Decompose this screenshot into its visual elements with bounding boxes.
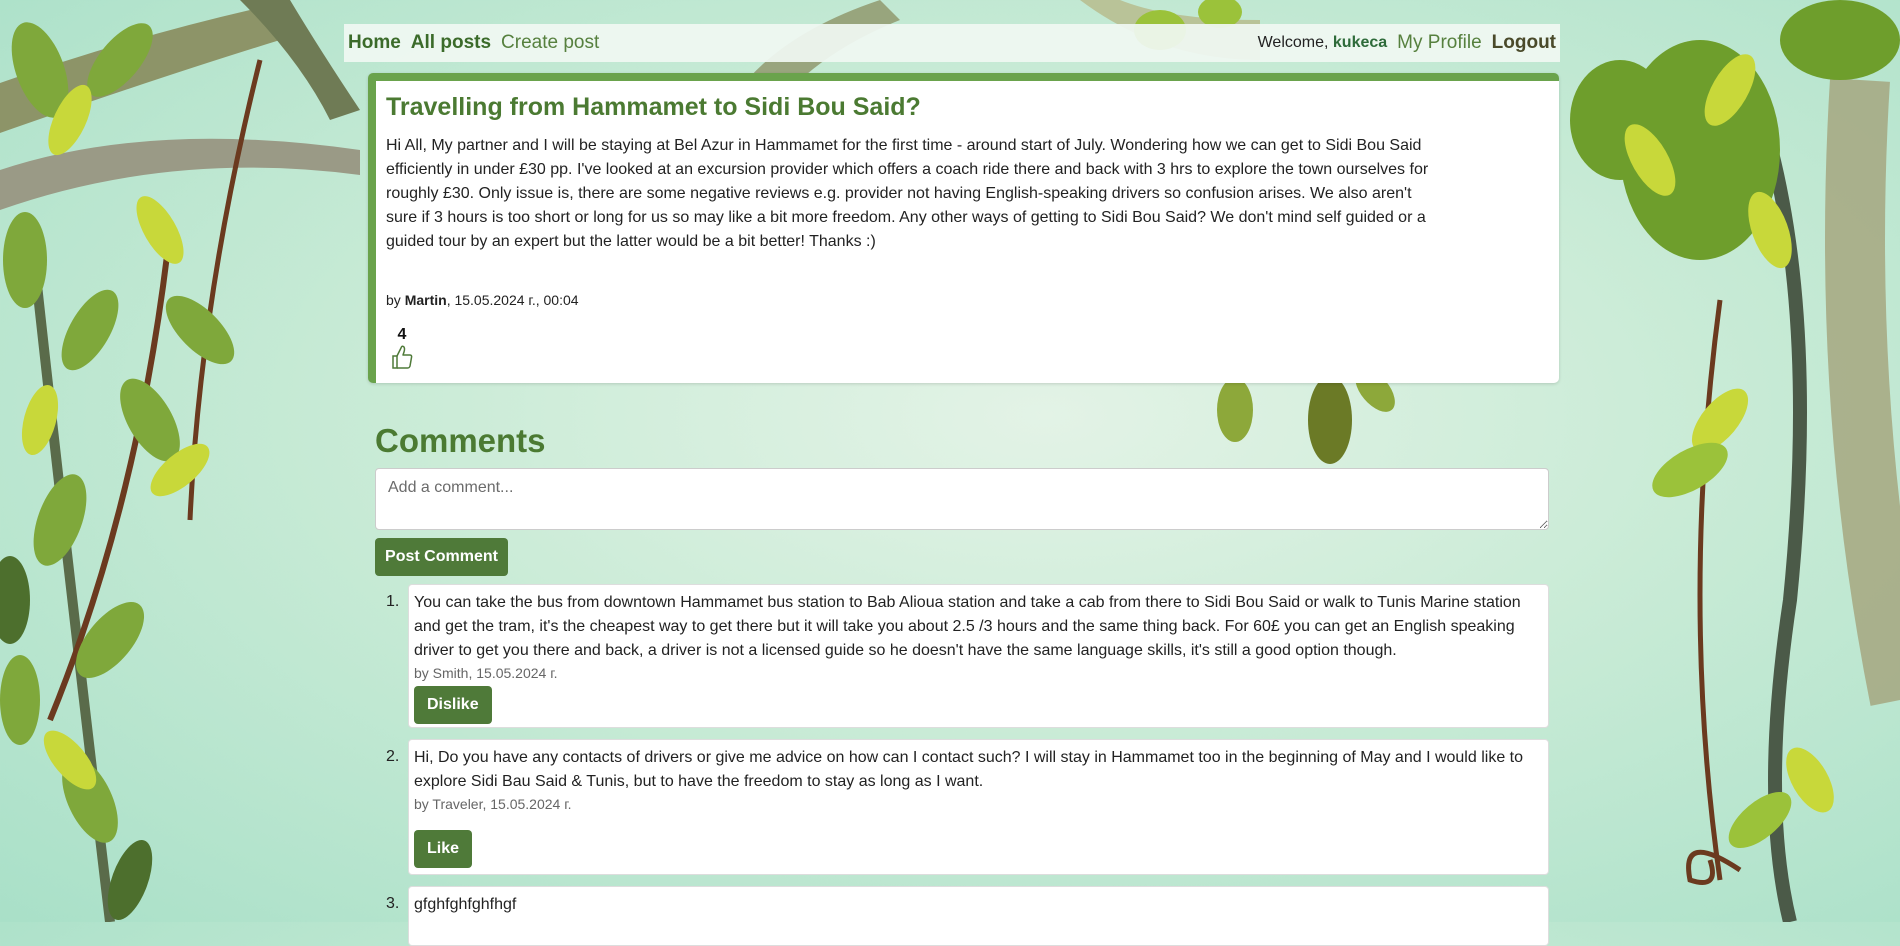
welcome-text: Welcome, kukeca [1258,34,1388,52]
top-navbar: Home All posts Create post Welcome, kuke… [344,24,1560,62]
nav-my-profile-link[interactable]: My Profile [1397,32,1481,54]
comment-dislike-button[interactable]: Dislike [414,686,492,724]
comment-like-button[interactable]: Like [414,830,473,868]
comment-number: 2. [386,748,400,765]
comment-meta: by Smith, 15.05.2024 г. [414,665,558,681]
post-like-control[interactable]: 4 [388,326,416,375]
nav-home-link[interactable]: Home [348,32,401,54]
comment-text: You can take the bus from downtown Hamma… [414,594,1521,659]
comment-item: 3. gfghfghfghfhgf [386,886,1549,946]
comment-input[interactable] [375,468,1549,530]
post-by-label: by [386,292,401,308]
post-title: Travelling from Hammamet to Sidi Bou Sai… [386,93,921,121]
comments-heading: Comments [375,422,546,459]
nav-right-group: Welcome, kukeca My Profile Logout [1258,32,1556,54]
post-author: Martin [404,292,447,308]
post-meta: by Martin, 15.05.2024 г., 00:04 [386,292,1549,308]
welcome-prefix: Welcome, [1257,34,1329,51]
thumbs-up-icon[interactable] [390,344,414,370]
post-body: Hi All, My partner and I will be staying… [386,137,1429,250]
nav-logout-link[interactable]: Logout [1492,32,1556,54]
comment-number: 1. [386,593,400,610]
comment-meta: by Traveler, 15.05.2024 г. [414,796,572,812]
nav-left-group: Home All posts Create post [348,32,599,54]
nav-all-posts-link[interactable]: All posts [411,32,491,54]
welcome-username: kukeca [1332,34,1388,51]
post-card: Travelling from Hammamet to Sidi Bou Sai… [368,73,1559,383]
post-date: , 15.05.2024 г., 00:04 [446,292,579,308]
comment-item: 2. Hi, Do you have any contacts of drive… [386,739,1549,875]
comment-text: Hi, Do you have any contacts of drivers … [414,749,1523,790]
comment-number: 3. [386,895,400,912]
post-comment-button[interactable]: Post Comment [375,538,508,576]
comment-item: 1. You can take the bus from downtown Ha… [386,584,1549,728]
nav-create-post-link[interactable]: Create post [501,32,599,54]
comment-text: gfghfghfghfhgf [414,896,517,913]
post-like-count: 4 [397,326,407,343]
